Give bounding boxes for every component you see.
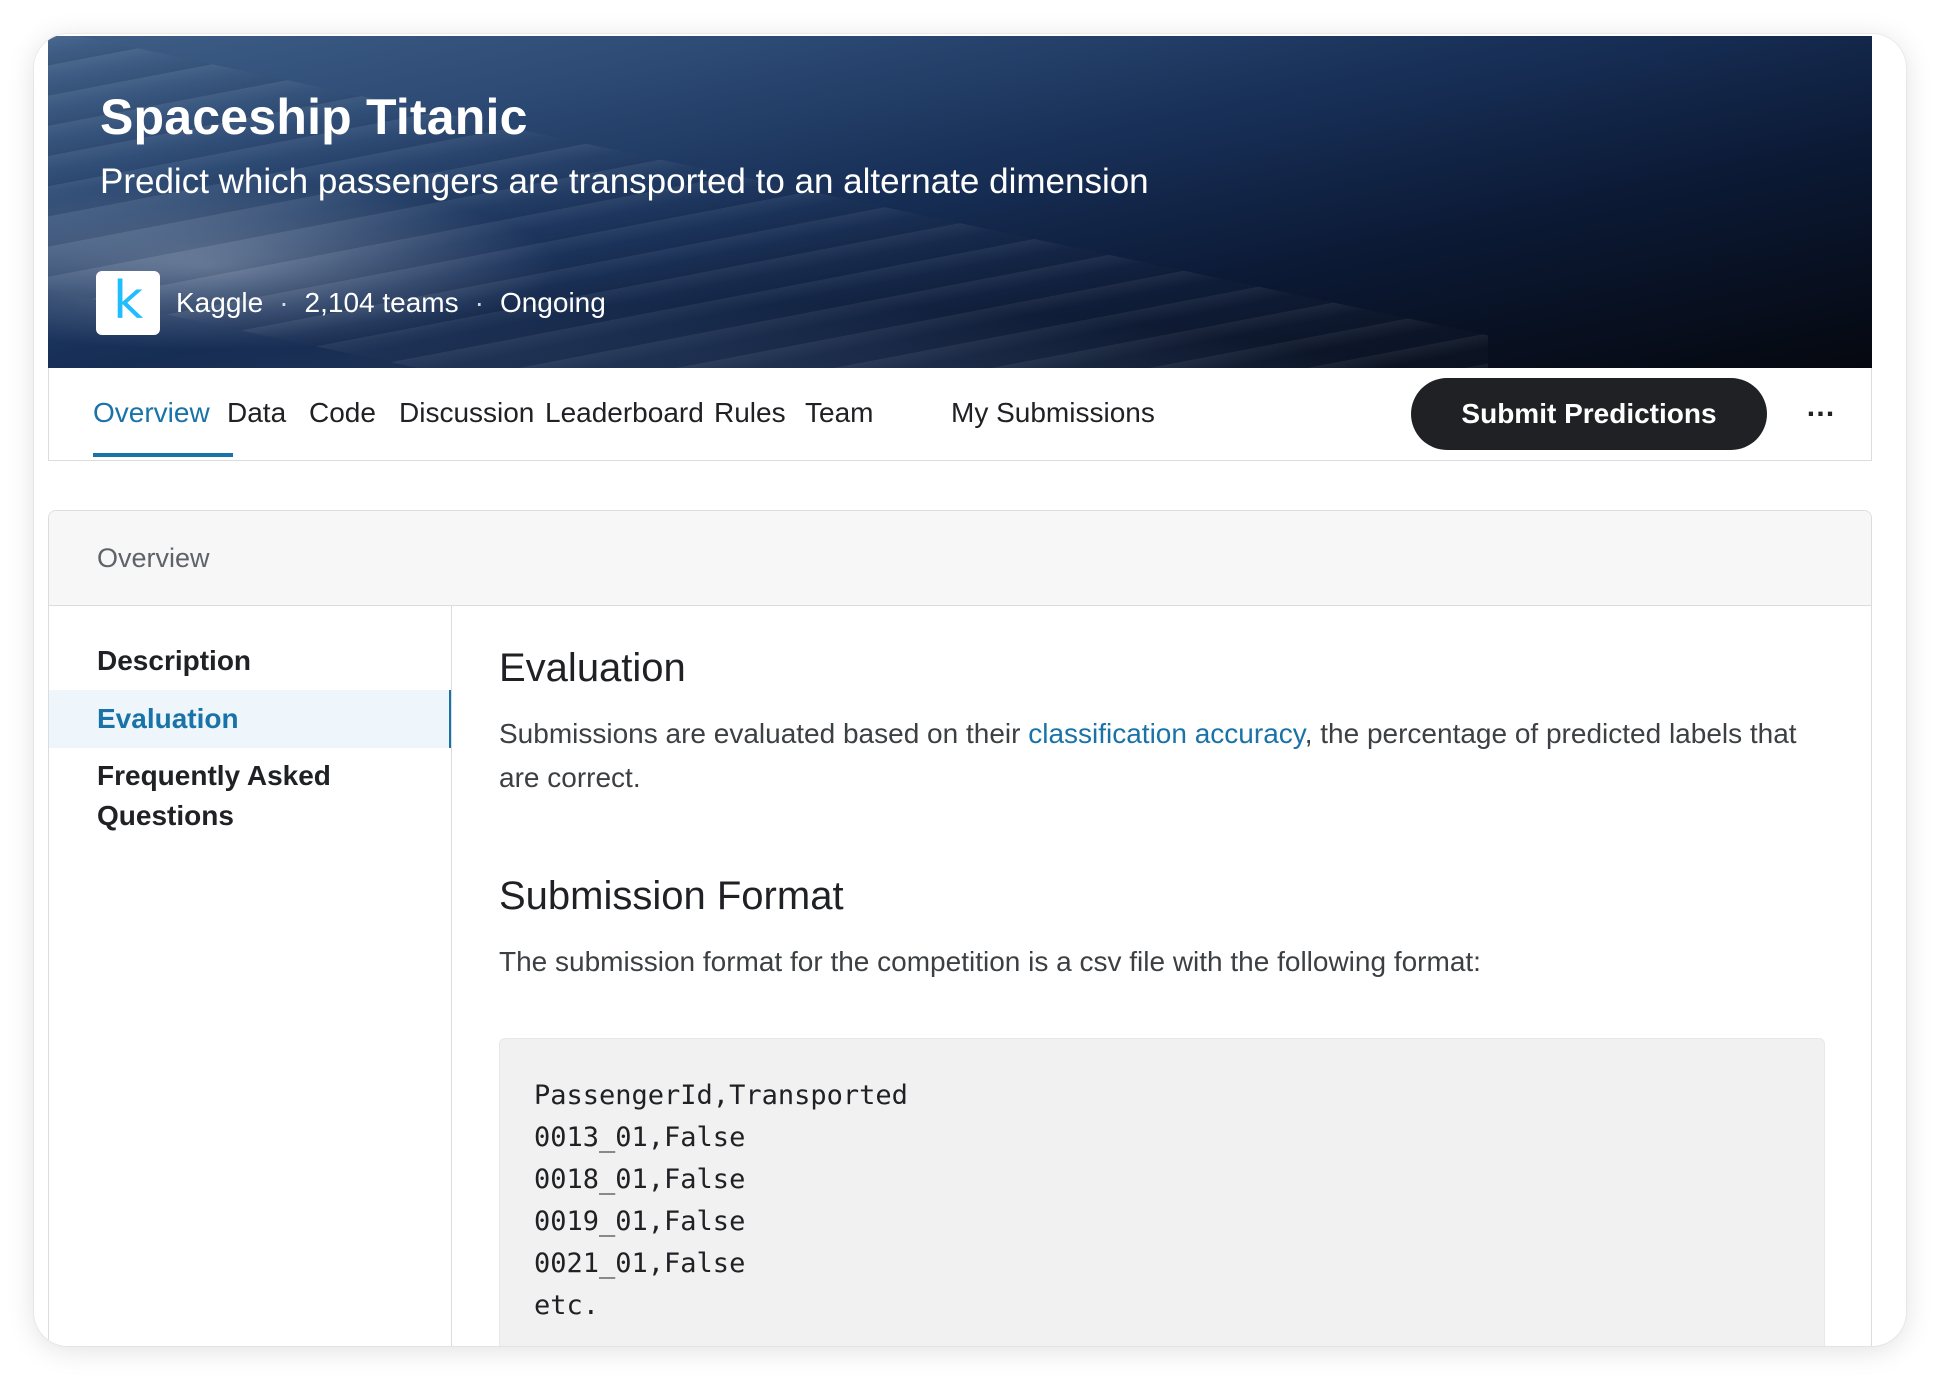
classification-accuracy-link[interactable]: classification accuracy [1028,718,1304,749]
card-header-title: Overview [97,543,210,573]
more-options-glyph: … [1805,390,1837,423]
competition-banner: Spaceship Titanic Predict which passenge… [48,36,1872,368]
tab-discussion[interactable]: Discussion [399,368,534,458]
team-count: 2,104 teams [304,287,459,318]
evaluation-paragraph: Submissions are evaluated based on their… [499,712,1829,800]
evaluation-heading: Evaluation [499,646,686,690]
kaggle-logo-letter: k [112,271,144,331]
tab-code[interactable]: Code [309,368,376,458]
sidenav-item-evaluation[interactable]: Evaluation [49,690,451,748]
browser-frame: Spaceship Titanic Predict which passenge… [34,34,1906,1346]
tab-rules[interactable]: Rules [714,368,786,458]
host-info: k Kaggle · 2,104 teams · Ongoing [96,270,606,336]
submission-format-code: PassengerId,Transported 0013_01,False 00… [534,1080,908,1321]
evaluation-text-before: Submissions are evaluated based on their [499,718,1029,749]
more-options-icon[interactable]: … [1801,390,1841,434]
competition-subtitle: Predict which passengers are transported… [100,162,1149,201]
tab-team[interactable]: Team [805,368,873,458]
my-submissions-link[interactable]: My Submissions [951,368,1155,458]
submission-format-heading: Submission Format [499,874,844,918]
separator-dot: · [279,287,289,318]
competition-title: Spaceship Titanic [100,89,528,145]
kaggle-logo-icon[interactable]: k [96,271,160,335]
sidenav-item-description[interactable]: Description [49,638,451,684]
overview-card: Overview Description Evaluation Frequent… [48,510,1872,1346]
separator-dot: · [474,287,484,318]
competition-page: Spaceship Titanic Predict which passenge… [48,36,1872,1346]
competition-tabbar: Overview Data Code Discussion Leaderboar… [48,368,1872,461]
card-header: Overview [49,511,1871,606]
sidenav-item-faq[interactable]: Frequently Asked Questions [49,756,379,836]
submission-format-paragraph: The submission format for the competitio… [499,946,1481,977]
submission-format-code-block: PassengerId,Transported 0013_01,False 00… [499,1038,1825,1346]
submit-predictions-button[interactable]: Submit Predictions [1411,378,1767,450]
competition-status: Ongoing [499,287,606,318]
tab-data[interactable]: Data [227,368,286,458]
overview-sidenav: Description Evaluation Frequently Asked … [49,606,452,1346]
tab-overview[interactable]: Overview [93,368,210,458]
tab-leaderboard[interactable]: Leaderboard [545,368,704,458]
active-tab-indicator [93,453,233,457]
host-name[interactable]: Kaggle [176,287,263,319]
